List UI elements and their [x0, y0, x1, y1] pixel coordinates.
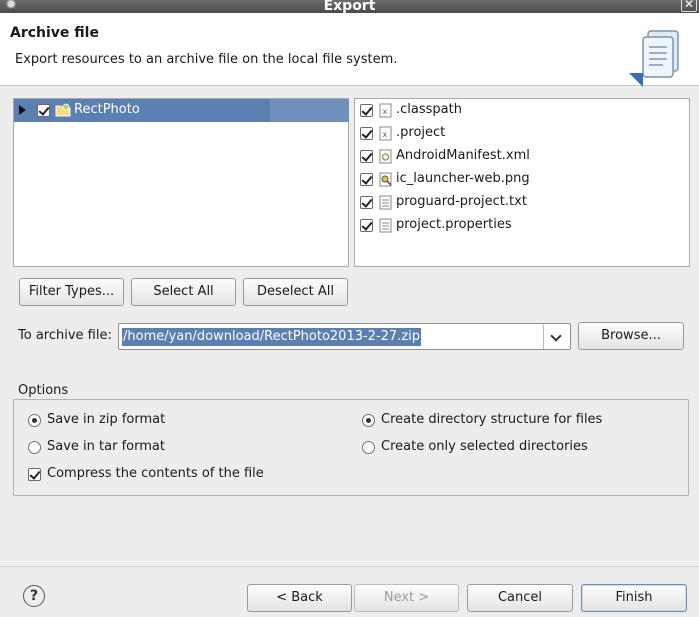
expand-arrow-icon[interactable] — [19, 105, 26, 115]
options-group-label: Options — [18, 383, 69, 398]
next-button[interactable]: Next > — [354, 584, 459, 612]
file-checkbox[interactable] — [360, 219, 373, 232]
close-icon[interactable]: ✕ — [681, 0, 697, 12]
select-all-button[interactable]: Select All — [131, 278, 236, 306]
file-checkbox[interactable] — [360, 104, 373, 117]
file-name: ic_launcher-web.png — [396, 171, 530, 186]
file-name: AndroidManifest.xml — [396, 148, 530, 163]
window-titlebar: ✹ Export ✕ — [0, 0, 699, 13]
text-file-icon — [379, 218, 392, 233]
list-item[interactable]: AndroidManifest.xml — [355, 145, 690, 168]
file-checkbox[interactable] — [360, 173, 373, 186]
cancel-button[interactable]: Cancel — [467, 584, 573, 612]
archive-file-input[interactable]: /home/yan/download/RectPhoto2013-2-27.zi… — [122, 328, 422, 346]
compress-checkbox[interactable] — [28, 468, 41, 481]
window-title: Export — [323, 0, 376, 13]
tar-format-label[interactable]: Save in tar format — [47, 439, 165, 454]
file-name: proguard-project.txt — [396, 194, 527, 209]
android-project-icon — [55, 103, 71, 117]
help-icon[interactable]: ? — [23, 585, 45, 607]
list-item[interactable]: proguard-project.txt — [355, 191, 690, 214]
file-name: project.properties — [396, 217, 512, 232]
project-name: RectPhoto — [74, 102, 140, 117]
filter-types-button[interactable]: Filter Types... — [19, 278, 124, 306]
file-checkbox[interactable] — [360, 196, 373, 209]
list-item[interactable]: ic_launcher-web.png — [355, 168, 690, 191]
svg-text:x: x — [383, 107, 388, 116]
create-structure-radio[interactable] — [362, 414, 375, 427]
file-name: .classpath — [396, 102, 462, 117]
browse-button[interactable]: Browse... — [578, 322, 684, 350]
wizard-header: Archive file Export resources to an arch… — [0, 13, 699, 87]
file-checkbox[interactable] — [360, 127, 373, 140]
create-structure-label[interactable]: Create directory structure for files — [381, 412, 602, 427]
separator — [0, 566, 699, 567]
android-manifest-icon — [379, 149, 392, 164]
back-button[interactable]: < Back — [247, 584, 352, 612]
finish-button[interactable]: Finish — [581, 584, 687, 612]
archive-banner-icon — [629, 30, 679, 87]
file-name: .project — [396, 125, 446, 140]
page-description: Export resources to an archive file on t… — [15, 52, 398, 67]
xml-file-icon: x — [379, 103, 392, 118]
file-checkbox[interactable] — [360, 150, 373, 163]
archive-file-label: To archive file: — [18, 328, 112, 343]
xml-file-icon: x — [379, 126, 392, 141]
list-item[interactable]: x .project — [355, 122, 690, 145]
chevron-down-icon[interactable] — [543, 324, 570, 349]
tree-item-rectphoto[interactable]: RectPhoto — [14, 99, 349, 122]
zip-format-radio[interactable] — [28, 414, 41, 427]
zip-format-label[interactable]: Save in zip format — [47, 412, 165, 427]
project-checkbox[interactable] — [37, 104, 50, 117]
text-file-icon — [379, 195, 392, 210]
resource-tree[interactable]: RectPhoto — [13, 98, 349, 267]
gear-icon[interactable]: ✹ — [3, 0, 19, 12]
page-title: Archive file — [10, 25, 99, 41]
list-item[interactable]: project.properties — [355, 214, 690, 237]
svg-text:x: x — [383, 130, 388, 139]
deselect-all-button[interactable]: Deselect All — [243, 278, 348, 306]
create-selected-label[interactable]: Create only selected directories — [381, 439, 588, 454]
archive-file-combo[interactable]: /home/yan/download/RectPhoto2013-2-27.zi… — [118, 323, 571, 350]
list-item[interactable]: x .classpath — [355, 99, 690, 122]
image-file-icon — [379, 172, 392, 187]
create-selected-radio[interactable] — [362, 441, 375, 454]
compress-label[interactable]: Compress the contents of the file — [47, 466, 264, 481]
tar-format-radio[interactable] — [28, 441, 41, 454]
file-list[interactable]: x .classpath x .project AndroidManifest.… — [354, 98, 690, 267]
